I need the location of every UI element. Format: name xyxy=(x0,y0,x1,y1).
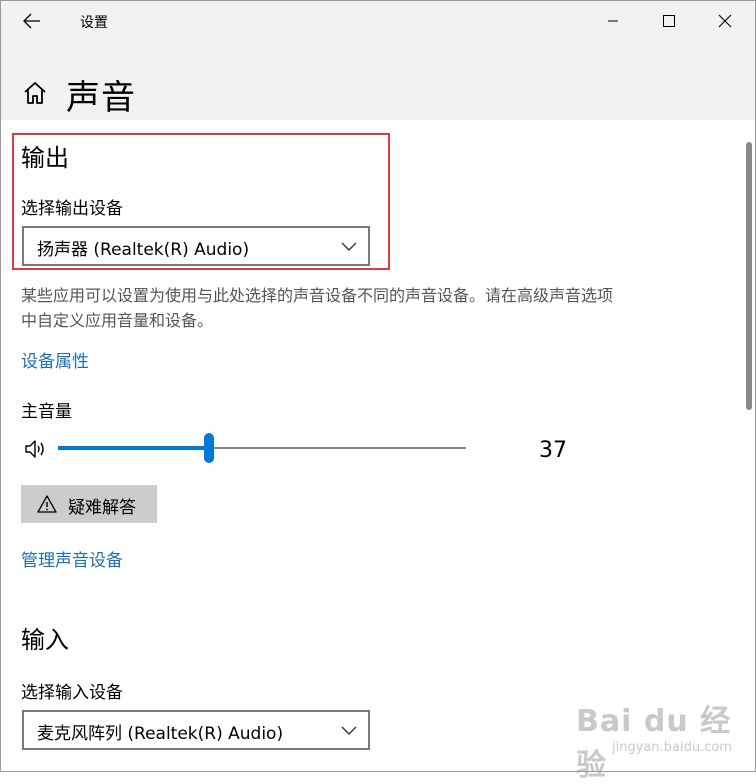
back-button[interactable] xyxy=(18,8,46,34)
page-title: 声音 xyxy=(66,78,136,118)
app-title: 设置 xyxy=(80,15,108,31)
maximize-button[interactable] xyxy=(654,6,684,36)
home-icon[interactable] xyxy=(22,80,48,106)
output-heading: 输出 xyxy=(21,144,69,172)
minimize-icon xyxy=(608,20,618,22)
input-device-dropdown[interactable]: 麦克风阵列 (Realtek(R) Audio) xyxy=(22,710,370,750)
title-bar: 设置 xyxy=(0,0,756,42)
output-description: 某些应用可以设置为使用与此处选择的声音设备不同的声音设备。请在高级声音选项中自定… xyxy=(21,286,614,330)
master-volume-label: 主音量 xyxy=(21,402,72,422)
output-device-value: 扬声器 (Realtek(R) Audio) xyxy=(37,240,250,260)
input-device-value: 麦克风阵列 (Realtek(R) Audio) xyxy=(37,724,284,744)
chevron-down-icon xyxy=(341,242,357,251)
maximize-icon xyxy=(663,15,675,27)
chevron-down-icon xyxy=(341,726,357,735)
volume-value: 37 xyxy=(539,438,567,463)
speaker-icon[interactable] xyxy=(24,438,48,460)
input-select-label: 选择输入设备 xyxy=(21,683,123,703)
troubleshoot-label: 疑难解答 xyxy=(68,498,136,518)
settings-content: 输出 选择输出设备 扬声器 (Realtek(R) Audio) 某些应用可以设… xyxy=(0,120,756,783)
slider-fill xyxy=(58,446,209,450)
scrollbar[interactable] xyxy=(746,142,752,410)
output-device-dropdown[interactable]: 扬声器 (Realtek(R) Audio) xyxy=(22,226,370,266)
manage-sound-devices-link[interactable]: 管理声音设备 xyxy=(21,546,123,571)
back-arrow-icon xyxy=(23,13,40,29)
minimize-button[interactable] xyxy=(598,6,628,36)
device-properties-link[interactable]: 设备属性 xyxy=(21,347,89,372)
watermark: Bai du 经验 jingyan.baidu.com xyxy=(566,694,752,783)
watermark-subtext: jingyan.baidu.com xyxy=(612,740,732,755)
master-volume-slider[interactable] xyxy=(58,432,466,464)
page-header: 声音 xyxy=(0,42,756,120)
close-button[interactable] xyxy=(710,6,740,36)
troubleshoot-button[interactable]: 疑难解答 xyxy=(21,485,157,523)
close-icon xyxy=(718,14,732,28)
slider-thumb[interactable] xyxy=(204,433,214,463)
output-select-label: 选择输出设备 xyxy=(21,199,123,219)
warning-icon xyxy=(37,495,57,513)
input-heading: 输入 xyxy=(21,626,69,654)
